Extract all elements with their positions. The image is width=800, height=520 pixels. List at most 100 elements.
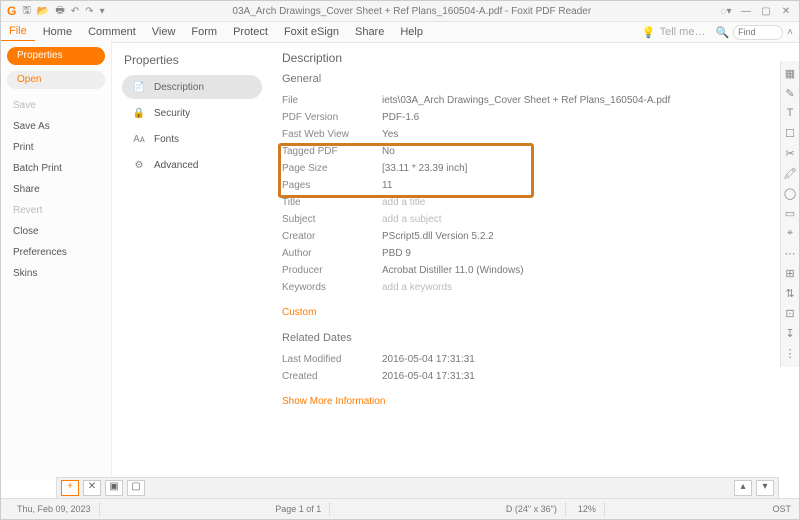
rt-tool-15[interactable]: ⋮ (781, 347, 799, 367)
prop-value[interactable]: add a subject (382, 214, 442, 225)
tab-file[interactable]: File (1, 22, 35, 42)
prop-key: PDF Version (282, 112, 382, 123)
tabstrip-btn-3[interactable]: ▢ (127, 480, 145, 496)
file-menu-share[interactable]: Share (1, 179, 111, 200)
tabstrip-btn-1[interactable]: ✕ (83, 480, 101, 496)
app-logo: G (7, 4, 16, 18)
doc-tab-strip: + ✕ ▣ ▢ ▴ ▾ (56, 477, 779, 499)
tab-home[interactable]: Home (35, 22, 80, 42)
prop-row-pdf-version: PDF VersionPDF-1.6 (282, 110, 785, 125)
file-menu-save-as[interactable]: Save As (1, 116, 111, 137)
rt-tool-7[interactable]: ◯ (781, 187, 799, 207)
minimize-button[interactable]: — (739, 6, 753, 17)
rt-tool-6[interactable]: 🖍 (781, 167, 799, 187)
qat-undo-icon[interactable]: ↶ (71, 6, 79, 17)
find-box[interactable]: 🔍 (715, 25, 783, 40)
tabstrip-down[interactable]: ▾ (756, 480, 774, 496)
prop-row-file: Fileiets\03A_Arch Drawings_Cover Sheet +… (282, 93, 785, 108)
status-zoom[interactable]: 12% (570, 502, 605, 516)
prop-value: PScript5.dll Version 5.2.2 (382, 231, 494, 242)
qat-save-icon[interactable]: 🖫 (22, 3, 31, 20)
description-icon: 📄 (132, 82, 146, 93)
rt-tool-1[interactable]: ▦ (781, 67, 799, 87)
status-page[interactable]: Page 1 of 1 (267, 502, 330, 516)
description-panel: Description General Fileiets\03A_Arch Dr… (268, 41, 799, 479)
qat-print-icon[interactable]: 🖶 (55, 3, 64, 20)
tell-me-label: Tell me… (660, 26, 706, 38)
file-menu-batch-print[interactable]: Batch Print (1, 158, 111, 179)
security-icon: 🔒 (132, 108, 146, 119)
rt-tool-8[interactable]: ▭ (781, 207, 799, 227)
search-icon: 🔍 (715, 26, 729, 39)
file-properties-button[interactable]: Properties (7, 47, 105, 65)
find-input[interactable] (733, 25, 783, 40)
custom-link[interactable]: Custom (282, 307, 316, 318)
prop-key: Creator (282, 231, 382, 242)
props-cat-label: Fonts (154, 134, 179, 145)
props-cat-description[interactable]: 📄Description (122, 75, 262, 99)
tab-help[interactable]: Help (392, 22, 431, 42)
maximize-button[interactable]: ▢ (759, 6, 773, 17)
prop-value: Yes (382, 129, 398, 140)
prop-key: Title (282, 197, 382, 208)
rt-tool-11[interactable]: ⊞ (781, 267, 799, 287)
tab-comment[interactable]: Comment (80, 22, 144, 42)
rt-tool-5[interactable]: ✂ (781, 147, 799, 167)
prop-key: Subject (282, 214, 382, 225)
rt-tool-9[interactable]: ⌖ (781, 227, 799, 247)
tell-me[interactable]: 💡Tell me… (642, 26, 706, 39)
file-menu-skins[interactable]: Skins (1, 263, 111, 284)
file-menu-revert: Revert (1, 200, 111, 221)
file-menu-close[interactable]: Close (1, 221, 111, 242)
prop-value[interactable]: add a keywords (382, 282, 452, 293)
date-value: 2016-05-04 17:31:31 (382, 371, 475, 382)
prop-key: Producer (282, 265, 382, 276)
fonts-icon: Aᴀ (132, 134, 146, 145)
file-menu-save: Save (1, 95, 111, 116)
prop-value: Acrobat Distiller 11.0 (Windows) (382, 265, 524, 276)
date-row-last-modified: Last Modified2016-05-04 17:31:31 (282, 352, 785, 367)
advanced-icon: ⚙ (132, 160, 146, 171)
new-tab-button[interactable]: + (61, 480, 79, 496)
tab-protect[interactable]: Protect (225, 22, 276, 42)
props-cat-fonts[interactable]: Aᴀ Fonts (122, 127, 262, 151)
prop-row-fast-web-view: Fast Web ViewYes (282, 127, 785, 142)
prop-value: PBD 9 (382, 248, 411, 259)
show-more-link[interactable]: Show More Information (282, 396, 385, 407)
prop-row-creator: CreatorPScript5.dll Version 5.2.2 (282, 229, 785, 244)
file-menu-print[interactable]: Print (1, 137, 111, 158)
tabstrip-btn-2[interactable]: ▣ (105, 480, 123, 496)
user-icon[interactable]: ◌▾ (719, 6, 733, 17)
tabstrip-up[interactable]: ▴ (734, 480, 752, 496)
rt-tool-12[interactable]: ⇅ (781, 287, 799, 307)
props-cat-advanced[interactable]: ⚙Advanced (122, 153, 262, 177)
qat-open-icon[interactable]: 📂 (37, 6, 49, 17)
rt-tool-13[interactable]: ⊡ (781, 307, 799, 327)
tab-view[interactable]: View (144, 22, 184, 42)
rt-tool-3[interactable]: T (781, 107, 799, 127)
props-cat-label: Security (154, 108, 190, 119)
tab-share[interactable]: Share (347, 22, 392, 42)
qat-redo-icon[interactable]: ↷ (85, 6, 93, 17)
props-cat-security[interactable]: 🔒 Security (122, 101, 262, 125)
properties-title: Properties (122, 51, 262, 75)
window-title: 03A_Arch Drawings_Cover Sheet + Ref Plan… (105, 6, 719, 17)
date-key: Created (282, 371, 382, 382)
rt-tool-2[interactable]: ✎ (781, 87, 799, 107)
file-menu: Properties Open SaveSave AsPrintBatch Pr… (1, 41, 112, 479)
related-dates-label: Related Dates (282, 332, 785, 344)
prop-key: File (282, 95, 382, 106)
tab-form[interactable]: Form (183, 22, 225, 42)
rt-tool-4[interactable]: ☐ (781, 127, 799, 147)
file-menu-preferences[interactable]: Preferences (1, 242, 111, 263)
file-open-button[interactable]: Open (7, 71, 105, 89)
prop-key: Author (282, 248, 382, 259)
ribbon-collapse-icon[interactable]: ˄ (787, 27, 793, 38)
close-button[interactable]: ✕ (779, 6, 793, 17)
prop-value: iets\03A_Arch Drawings_Cover Sheet + Ref… (382, 95, 670, 106)
prop-value[interactable]: add a title (382, 197, 425, 208)
tab-esign[interactable]: Foxit eSign (276, 22, 347, 42)
page-size-highlight (278, 143, 534, 198)
rt-tool-10[interactable]: ⋯ (781, 247, 799, 267)
rt-tool-14[interactable]: ↧ (781, 327, 799, 347)
